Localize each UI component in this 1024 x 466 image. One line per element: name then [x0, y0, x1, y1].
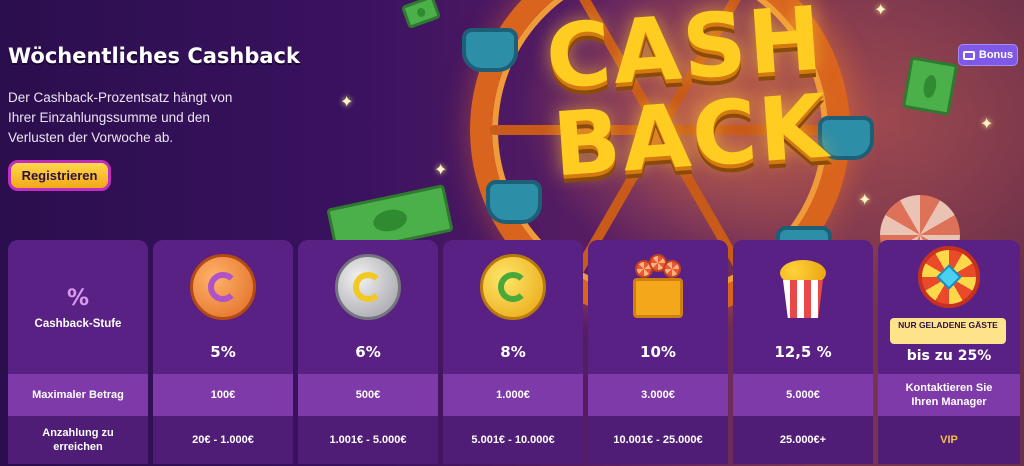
tier-max: 5.000€ — [786, 389, 820, 401]
row-label-deposit: Anzahlung zu erreichen — [42, 427, 114, 453]
tier-max: 500€ — [355, 389, 381, 401]
cashback-description: Der Cashback-Prozentsatz hängt von Ihrer… — [8, 90, 233, 145]
bonus-badge[interactable]: Bonus — [958, 44, 1018, 66]
tier-percent: 5% — [210, 343, 236, 361]
tier-column: 10% 3.000€ 10.001€ - 25.000€ — [588, 240, 728, 464]
tier-percent: 8% — [500, 343, 526, 361]
tier-percent: bis zu 25% — [906, 348, 992, 364]
cashback-word-back: BACK — [549, 74, 833, 197]
silver-coin-icon — [333, 252, 403, 322]
popcorn-bucket-icon — [768, 252, 838, 322]
cashback-logo: CASH BACK — [542, 0, 834, 197]
tier-column: 5% 100€ 20€ - 1.000€ — [153, 240, 293, 464]
tier-column: 8% 1.000€ 5.001€ - 10.000€ — [443, 240, 583, 464]
register-button[interactable]: Registrieren — [8, 160, 111, 191]
tier-deposit: 20€ - 1.000€ — [192, 434, 254, 446]
row-label-max: Maximaler Betrag — [32, 389, 124, 401]
tier-percent: 12,5 % — [774, 343, 832, 361]
sparkle-icon: ✦ — [858, 190, 872, 209]
stage-label: Cashback-Stufe — [34, 318, 122, 330]
tier-deposit: 5.001€ - 10.000€ — [471, 434, 555, 446]
tier-max: 100€ — [210, 389, 236, 401]
bonus-label: Bonus — [978, 49, 1014, 61]
diamond-icon — [936, 264, 962, 290]
gondola-icon — [462, 28, 518, 72]
tier-deposit: 25.000€+ — [779, 434, 827, 446]
money-bill-icon — [400, 0, 442, 30]
tier-percent: 10% — [640, 343, 676, 361]
gondola-icon — [486, 180, 542, 224]
tier-max: 1.000€ — [496, 389, 530, 401]
tier-deposit: 1.001€ - 5.000€ — [329, 434, 407, 446]
gift-box-icon — [623, 252, 693, 322]
sparkle-icon: ✦ — [434, 160, 448, 179]
bronze-coin-icon — [188, 252, 258, 322]
ticket-icon — [962, 50, 975, 60]
tier-max: 3.000€ — [641, 389, 675, 401]
tier-max: Kontaktieren Sie Ihren Manager — [905, 382, 993, 408]
sparkle-icon: ✦ — [340, 92, 354, 111]
vip-tier-column: NUR GELADENE GÄSTE bis zu 25% Kontaktier… — [878, 240, 1020, 464]
fortune-wheel-icon — [914, 246, 984, 316]
sparkle-icon: ✦ — [874, 0, 888, 19]
invite-only-badge: NUR GELADENE GÄSTE — [890, 318, 1006, 344]
gold-coin-icon — [478, 252, 548, 322]
tier-deposit: VIP — [940, 434, 958, 446]
tier-column: 6% 500€ 1.001€ - 5.000€ — [298, 240, 438, 464]
tier-percent: 6% — [355, 343, 381, 361]
label-column: % Cashback-Stufe Maximaler Betrag Anzahl… — [8, 240, 148, 464]
page-title: Wöchentliches Cashback — [8, 44, 300, 68]
tier-deposit: 10.001€ - 25.000€ — [613, 434, 703, 446]
money-bill-icon — [901, 56, 959, 116]
percent-icon: % — [66, 286, 90, 311]
tier-column: 12,5 % 5.000€ 25.000€+ — [733, 240, 873, 464]
cashback-table: % Cashback-Stufe Maximaler Betrag Anzahl… — [8, 240, 1020, 464]
sparkle-icon: ✦ — [980, 114, 994, 133]
